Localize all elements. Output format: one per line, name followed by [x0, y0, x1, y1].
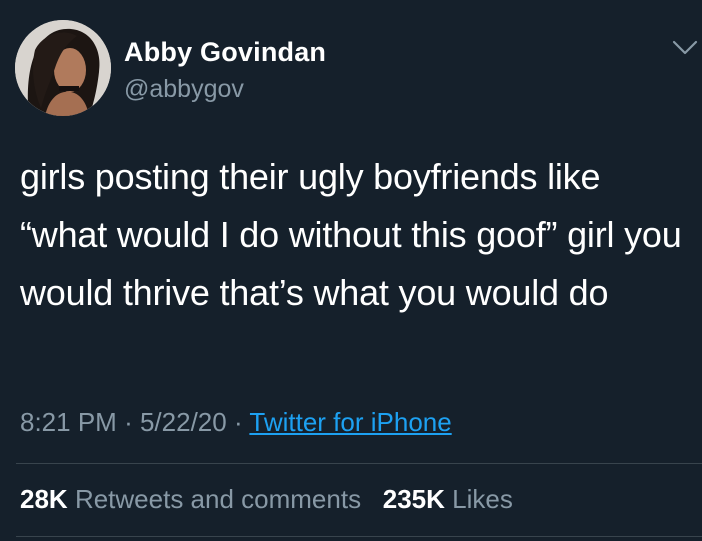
tweet-source-link[interactable]: Twitter for iPhone [249, 407, 451, 437]
retweets-count: 28K [20, 484, 68, 514]
tweet-text: girls posting their ugly boyfriends like… [20, 156, 682, 313]
likes-count: 235K [382, 484, 445, 514]
tweet-meta: 8:21 PM · 5/22/20 · Twitter for iPhone [20, 407, 452, 438]
chevron-down-icon [672, 40, 698, 55]
avatar-photo [15, 20, 111, 116]
retweets-stat[interactable]: 28K Retweets and comments [20, 484, 368, 514]
meta-separator: · [124, 407, 133, 437]
tweet-date[interactable]: 5/22/20 [140, 407, 227, 437]
divider [16, 536, 702, 537]
divider [16, 463, 702, 464]
likes-label: Likes [452, 484, 513, 514]
tweet-time[interactable]: 8:21 PM [20, 407, 117, 437]
author-name[interactable]: Abby Govindan [124, 37, 326, 68]
more-options-button[interactable] [672, 40, 698, 56]
likes-stat[interactable]: 235K Likes [383, 484, 513, 514]
tweet-stats: 28K Retweets and comments 235K Likes [20, 484, 513, 515]
retweets-label: Retweets and comments [74, 484, 362, 514]
author-handle[interactable]: @abbygov [124, 75, 244, 104]
avatar[interactable] [15, 20, 111, 116]
meta-separator: · [233, 407, 243, 437]
